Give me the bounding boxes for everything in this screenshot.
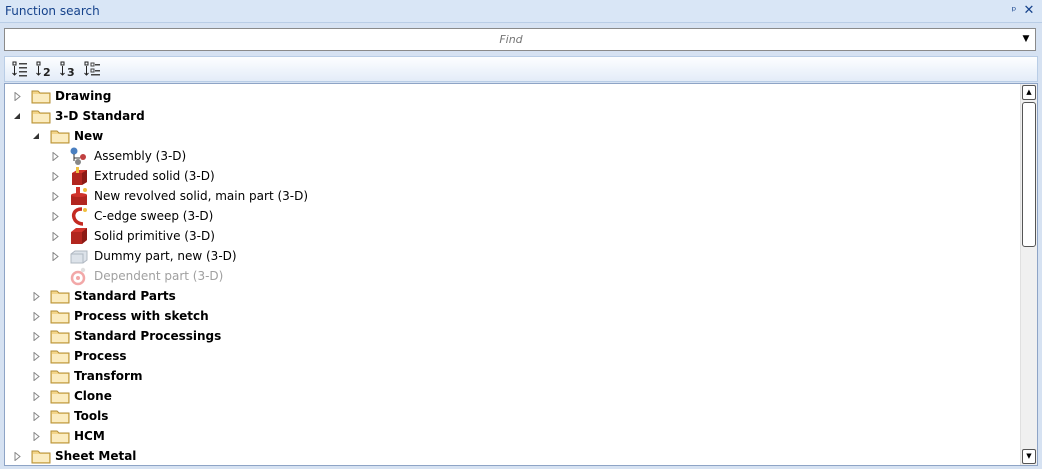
sort-2-icon[interactable]: 2 [35,60,55,79]
tree-node-solid-primitive[interactable]: Solid primitive (3-D) [50,226,215,246]
tree-node-label: Dummy part, new (3-D) [94,249,237,263]
tree-node-hcm[interactable]: HCM [31,426,105,446]
vertical-scrollbar[interactable]: ▲ ▼ [1020,84,1037,465]
folder-icon [31,110,51,124]
sort-4-icon[interactable] [83,60,103,79]
tree-node-label: Process [74,349,127,363]
solid-primitive-icon [71,228,87,244]
collapse-icon[interactable] [12,111,22,121]
tree-node-label: Sheet Metal [55,449,137,463]
expand-icon[interactable] [31,431,41,441]
tree-node-label: Extruded solid (3-D) [94,169,215,183]
tree-node-label: Process with sketch [74,309,209,323]
folder-icon [50,290,70,304]
folder-icon [50,390,70,404]
panel-titlebar: Function search ᵖ ✕ [0,0,1042,23]
tree-node-label: HCM [74,429,105,443]
tree-node-label: Tools [74,409,109,423]
svg-text:3: 3 [67,66,75,79]
tree-node-label: Standard Parts [74,289,176,303]
expand-icon[interactable] [50,251,60,261]
tree-node-3d-standard[interactable]: 3-D Standard [12,106,145,126]
revolved-solid-icon [71,187,87,205]
scroll-up-button[interactable]: ▲ [1022,85,1036,100]
tree-node-tools[interactable]: Tools [31,406,108,426]
expand-icon[interactable] [31,291,41,301]
tree-node-dependent-part: Dependent part (3-D) [69,266,223,286]
tree-node-label: New [74,129,104,143]
expand-icon[interactable] [12,451,22,461]
tree-node-c-edge-sweep[interactable]: C-edge sweep (3-D) [50,206,213,226]
tree-node-drawing[interactable]: Drawing [12,86,111,106]
find-combobox[interactable]: ▼ [4,28,1036,51]
dropdown-arrow-icon[interactable]: ▼ [1017,29,1035,50]
tree-node-process-with-sketch[interactable]: Process with sketch [31,306,209,326]
folder-icon [50,330,70,344]
expand-icon[interactable] [31,311,41,321]
dependent-part-icon [70,267,86,286]
sort-3-icon[interactable]: 3 [59,60,79,79]
expand-icon[interactable] [31,351,41,361]
pin-icon[interactable]: ᵖ [1007,3,1021,19]
folder-icon [50,430,70,444]
expand-icon[interactable] [50,231,60,241]
collapse-icon[interactable] [31,131,41,141]
tree-node-label: Drawing [55,89,112,103]
sort-toolbar: 2 3 [4,56,1038,82]
tree-node-revolved-solid[interactable]: New revolved solid, main part (3-D) [50,186,308,206]
tree-node-label: Assembly (3-D) [94,149,187,163]
tree-node-label: Transform [74,369,143,383]
tree-node-sheet-metal[interactable]: Sheet Metal [12,446,137,465]
tree-node-assembly[interactable]: Assembly (3-D) [50,146,186,166]
dummy-part-icon [70,250,88,264]
tree-node-standard-parts[interactable]: Standard Parts [31,286,176,306]
tree-node-label: Dependent part (3-D) [94,269,224,283]
tree-node-process[interactable]: Process [31,346,127,366]
svg-text:2: 2 [43,66,51,79]
folder-icon [50,370,70,384]
tree-node-label: New revolved solid, main part (3-D) [94,189,309,203]
find-input[interactable] [5,29,1017,50]
tree-node-label: Standard Processings [74,329,222,343]
scroll-down-button[interactable]: ▼ [1022,449,1036,464]
extruded-solid-icon [72,167,87,185]
folder-icon [50,410,70,424]
expand-icon[interactable] [50,171,60,181]
tree-node-label: Clone [74,389,112,403]
expand-icon[interactable] [50,191,60,201]
tree-node-dummy-part[interactable]: Dummy part, new (3-D) [50,246,237,266]
expand-icon[interactable] [12,91,22,101]
folder-icon [31,450,51,464]
folder-icon [31,90,51,104]
panel-title: Function search [5,4,100,18]
tree-node-standard-processings[interactable]: Standard Processings [31,326,221,346]
expand-icon[interactable] [50,211,60,221]
folder-icon [50,310,70,324]
function-tree: Drawing 3-D Standard New Assembly (3-D) … [4,83,1038,466]
tree-node-clone[interactable]: Clone [31,386,112,406]
scrollbar-thumb[interactable] [1022,102,1036,247]
close-icon[interactable]: ✕ [1022,3,1036,19]
expand-icon[interactable] [31,371,41,381]
expand-icon[interactable] [50,151,60,161]
tree-node-extruded-solid[interactable]: Extruded solid (3-D) [50,166,215,186]
expand-icon[interactable] [31,411,41,421]
folder-icon [50,130,70,144]
tree-node-transform[interactable]: Transform [31,366,142,386]
tree-node-label: 3-D Standard [55,109,145,123]
folder-icon [50,350,70,364]
expand-icon[interactable] [31,391,41,401]
sort-1-icon[interactable] [11,60,31,79]
tree-node-new[interactable]: New [31,126,103,146]
assembly-icon [70,147,86,165]
expand-icon[interactable] [31,331,41,341]
c-edge-sweep-icon [71,207,87,226]
tree-node-label: Solid primitive (3-D) [94,229,215,243]
tree-node-label: C-edge sweep (3-D) [94,209,214,223]
